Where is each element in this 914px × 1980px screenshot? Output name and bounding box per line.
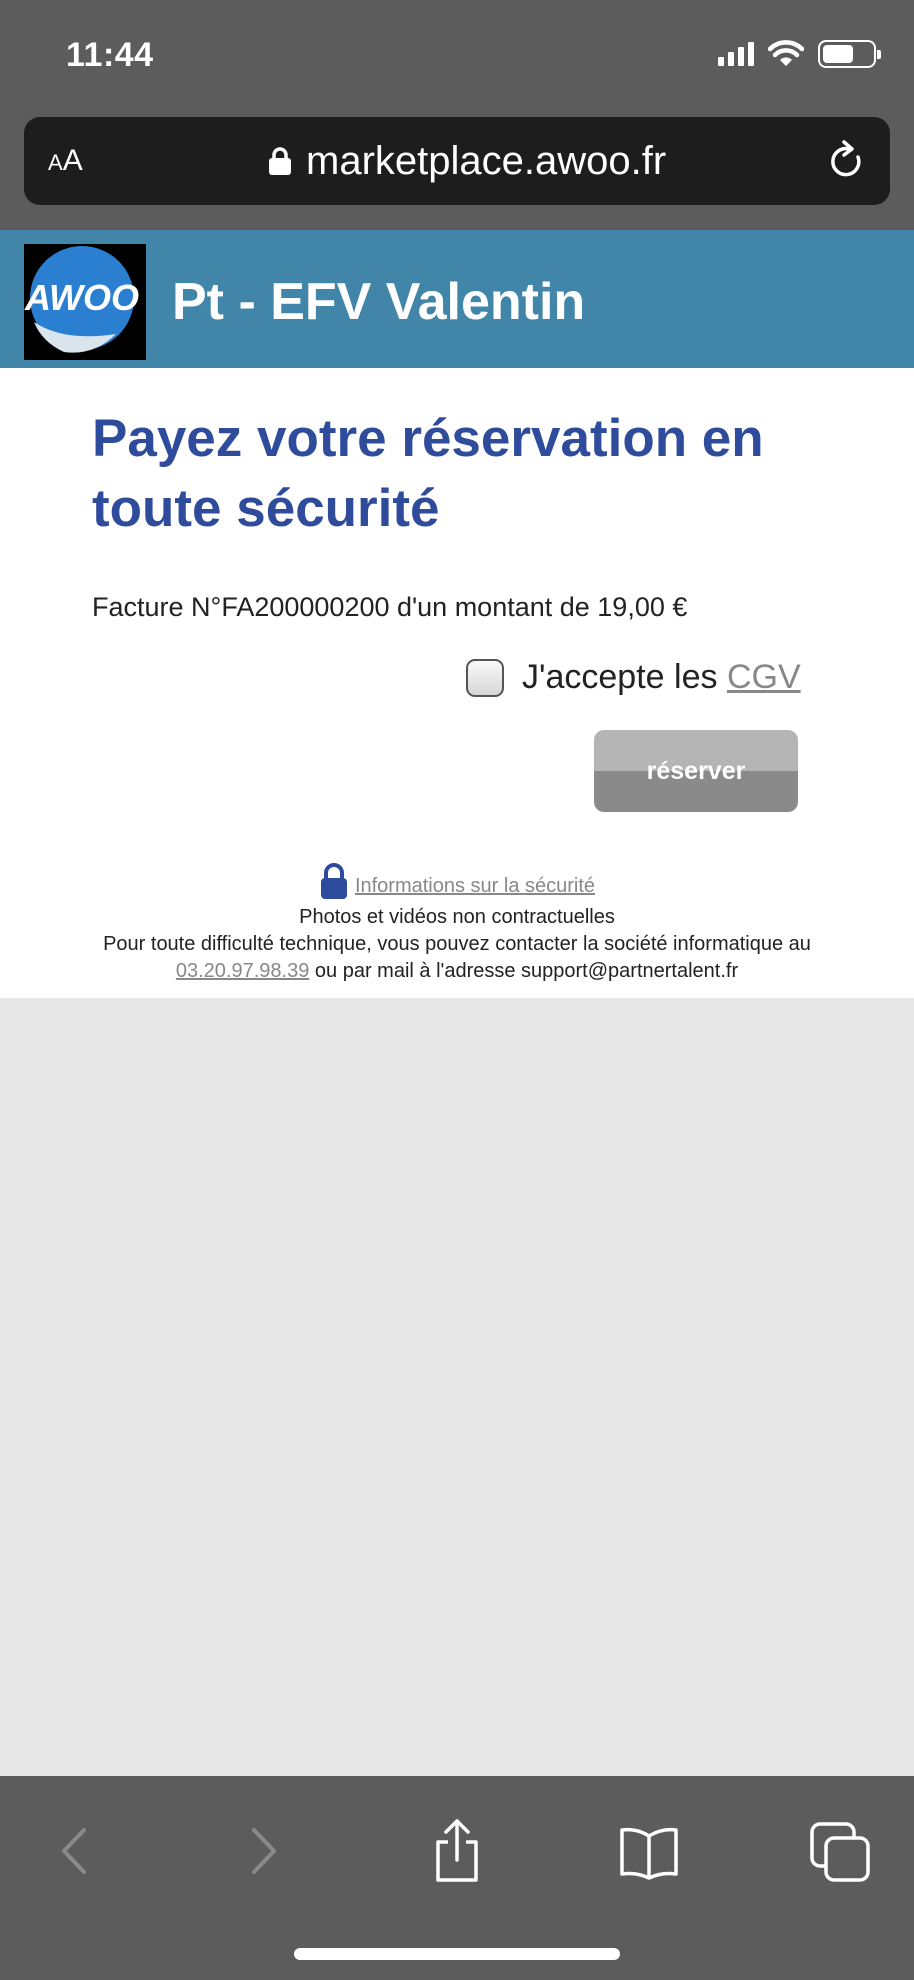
reload-icon[interactable] (822, 137, 870, 185)
address-bar[interactable]: AA marketplace.awoo.fr (24, 117, 890, 205)
bookmarks-icon[interactable] (614, 1816, 684, 1886)
svg-text:AWOO: AWOO (24, 277, 139, 318)
reserve-button[interactable]: réserver (594, 730, 798, 812)
battery-icon (818, 40, 881, 68)
cellular-signal-icon (718, 42, 754, 66)
status-time: 11:44 (66, 36, 154, 74)
cgv-checkbox[interactable] (466, 658, 504, 697)
url-text: marketplace.awoo.fr (306, 139, 667, 183)
forward-icon[interactable] (228, 1816, 298, 1886)
lock-icon (269, 147, 291, 175)
security-footer: Informations sur la sécurité Photos et v… (0, 862, 914, 985)
support-text-line1: Pour toute difficulté technique, vous po… (103, 933, 811, 955)
status-icons (718, 40, 881, 68)
page-headline: Payez votre réservation en toute sécurit… (92, 409, 764, 538)
awoo-logo[interactable]: AWOO (24, 244, 146, 360)
site-header: AWOO Pt - EFV Valentin (0, 230, 914, 368)
invoice-text: Facture N°FA200000200 d'un montant de 19… (92, 592, 688, 622)
cgv-link[interactable]: CGV (727, 658, 801, 696)
url-display[interactable]: marketplace.awoo.fr (268, 137, 666, 185)
text-size-button[interactable]: AA (48, 143, 83, 181)
share-icon[interactable] (422, 1816, 492, 1886)
wifi-icon (768, 40, 804, 66)
disclaimer-text: Photos et vidéos non contractuelles (299, 906, 615, 928)
home-indicator (294, 1948, 620, 1960)
cgv-label: J'accepte les CGV (522, 658, 801, 696)
browser-top-chrome: 11:44 AA marketplace.awoo.fr (0, 0, 914, 230)
padlock-icon (320, 863, 347, 899)
support-text-line2: 03.20.97.98.39 ou par mail à l'adresse s… (175, 960, 739, 982)
back-icon[interactable] (40, 1816, 110, 1886)
cgv-accept-row[interactable]: J'accepte les CGV (466, 658, 801, 697)
payment-content: Payez votre réservation en toute sécurit… (0, 368, 914, 998)
tabs-icon[interactable] (806, 1816, 876, 1886)
site-title: Pt - EFV Valentin (172, 273, 586, 331)
security-info-link[interactable]: Informations sur la sécurité (355, 873, 595, 900)
support-phone-link[interactable]: 03.20.97.98.39 (176, 960, 309, 982)
